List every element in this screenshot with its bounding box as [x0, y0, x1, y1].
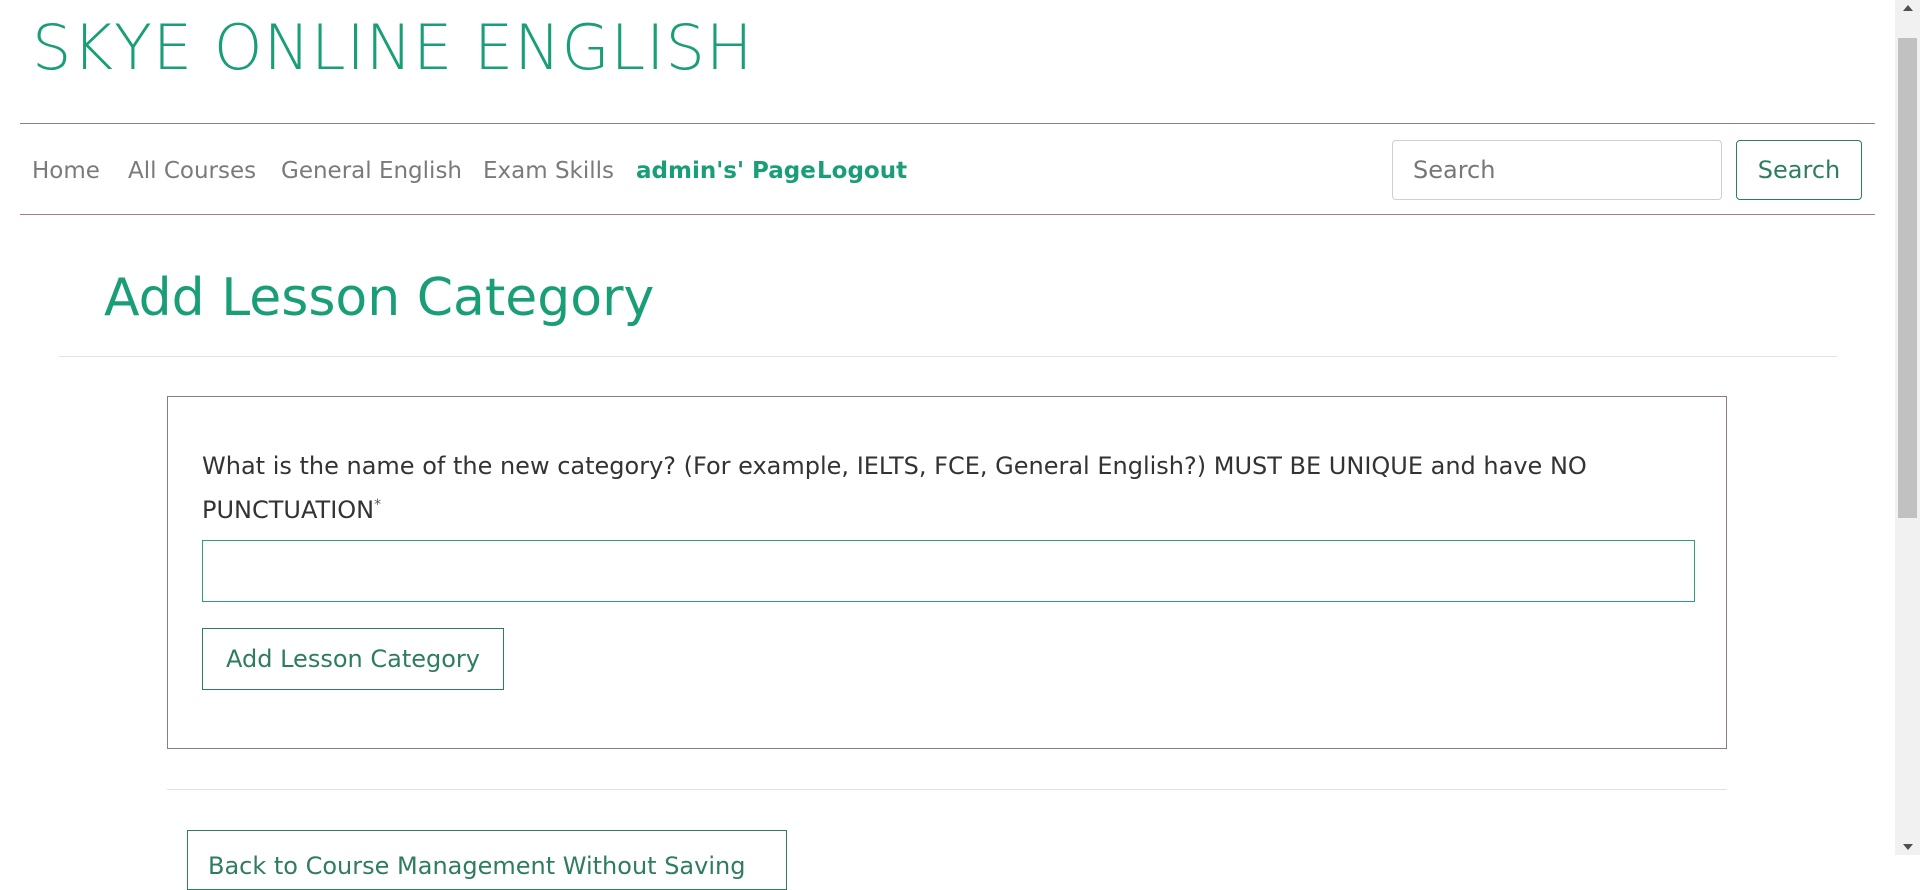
required-marker: * [374, 497, 382, 513]
add-category-form: What is the name of the new category? (F… [167, 396, 1727, 749]
nav-link-all-courses[interactable]: All Courses [128, 156, 256, 186]
site-title: SKYE ONLINE ENGLISH [32, 11, 754, 84]
nav-link-admin-page[interactable]: admin's' Page [636, 156, 816, 186]
page-scrollbar[interactable] [1895, 0, 1920, 855]
back-to-course-management-button[interactable]: Back to Course Management Without Saving [187, 830, 787, 890]
nav-link-logout[interactable]: Logout [817, 156, 907, 186]
nav-link-home[interactable]: Home [32, 156, 100, 186]
page-title: Add Lesson Category [104, 268, 655, 328]
nav-link-general-english[interactable]: General English [281, 156, 462, 186]
form-divider [167, 789, 1727, 790]
category-name-label: What is the name of the new category? (F… [202, 447, 1682, 530]
scroll-up-icon[interactable] [1903, 5, 1913, 11]
add-lesson-category-button[interactable]: Add Lesson Category [202, 628, 504, 690]
category-name-input[interactable] [202, 540, 1695, 602]
category-name-label-text: What is the name of the new category? (F… [202, 452, 1587, 524]
title-divider [59, 356, 1837, 357]
search-input[interactable] [1392, 140, 1722, 200]
scrollbar-thumb[interactable] [1898, 38, 1917, 518]
nav-link-exam-skills[interactable]: Exam Skills [483, 156, 614, 186]
main-nav: Home All Courses General English Exam Sk… [20, 123, 1875, 215]
scroll-down-icon[interactable] [1903, 844, 1913, 850]
search-button[interactable]: Search [1736, 140, 1862, 200]
